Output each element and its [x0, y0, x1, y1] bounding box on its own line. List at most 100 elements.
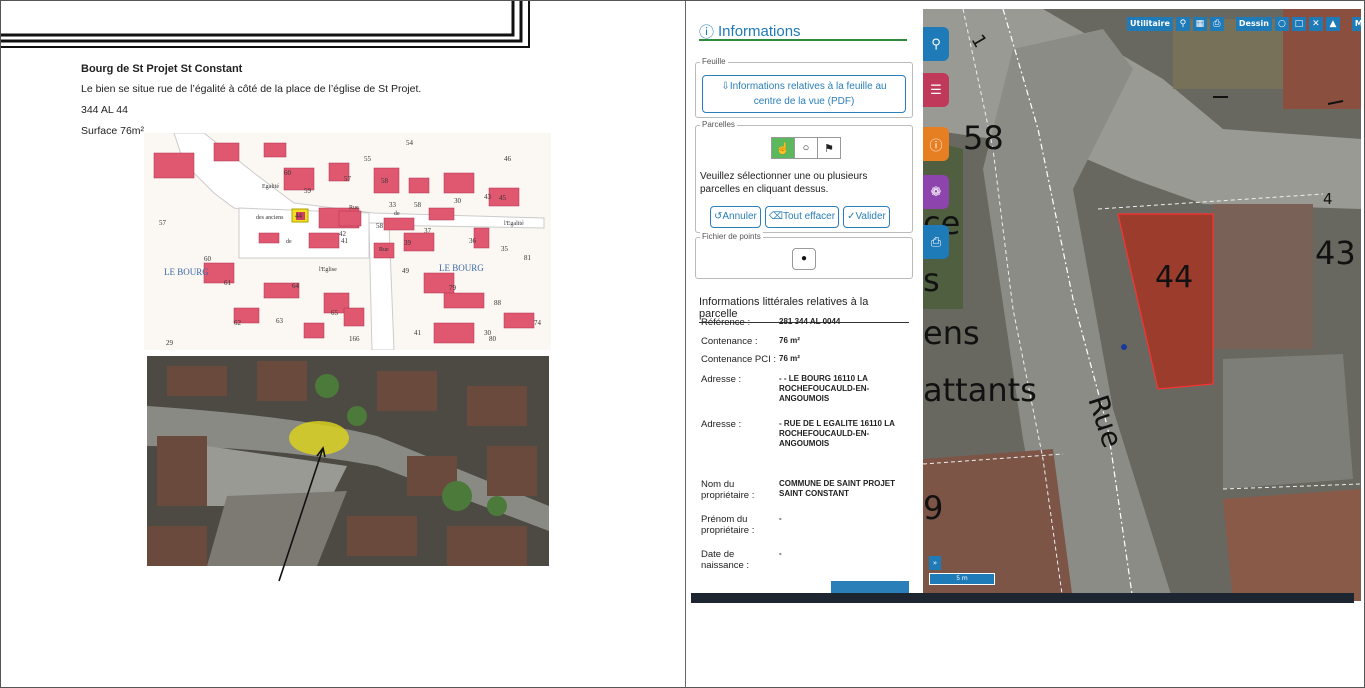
- parcel-label-58: 58: [963, 119, 1004, 157]
- layers-tab[interactable]: ☰: [923, 73, 949, 107]
- parcel-label-4: 4: [1323, 190, 1333, 208]
- map-label: l'Eglise: [319, 267, 337, 273]
- row-key: Référence :: [701, 317, 751, 328]
- doc-line-1: Le bien se situe rue de l’égalité à côté…: [81, 83, 422, 95]
- row-key: Nom du propriétaire :: [701, 479, 755, 501]
- title-underline: [699, 39, 907, 41]
- row-key: Contenance PCI :: [701, 354, 776, 365]
- circle-draw-icon[interactable]: ○: [1274, 17, 1289, 31]
- flag-select-icon[interactable]: ⚑: [818, 138, 840, 158]
- header-banner: [1, 1, 530, 48]
- parcel-number: 74: [534, 319, 542, 327]
- taskbar: [691, 593, 1354, 603]
- mesure-button[interactable]: Mesure: [1351, 17, 1361, 31]
- cadastre-app: 58 44 43 4 ce s ens attants 9 1 Rue ⚲ ☰ …: [691, 9, 1361, 601]
- printer-icon[interactable]: ⎙: [1209, 17, 1224, 31]
- parcel-number: 44: [295, 212, 303, 220]
- page: Bourg de St Projet St Constant Le bien s…: [0, 0, 1365, 688]
- building-icon[interactable]: ▦: [1192, 17, 1207, 31]
- map-label: de: [394, 211, 400, 217]
- parcel-number: 37: [424, 227, 432, 235]
- map-label: l'Egalité: [504, 221, 524, 227]
- print-icon: ⎙: [930, 234, 942, 250]
- search-tab[interactable]: ⚲: [923, 27, 949, 61]
- parcel-number: 58: [381, 177, 389, 185]
- row-value: - - LE BOURG 16110 LA ROCHEFOUCAULD-EN-A…: [779, 374, 870, 403]
- info-row: Prénom du propriétaire : -: [701, 514, 916, 536]
- scissors-icon[interactable]: ✕: [1308, 17, 1323, 31]
- annuler-button[interactable]: ↺Annuler: [710, 206, 761, 228]
- aerial-map[interactable]: 58 44 43 4 ce s ens attants 9 1 Rue: [923, 9, 1361, 601]
- parcel-number: 62: [234, 319, 242, 327]
- doc-line-2: 344 AL 44: [81, 104, 128, 116]
- map-toolbar: Utilitaire ⚲ ▦ ⎙ Dessin ○ □ ✕ ▲ Mesure: [1127, 17, 1361, 31]
- doc-title: Bourg de St Projet St Constant: [81, 63, 243, 75]
- parcel-number: 81: [524, 254, 532, 262]
- palette-tab[interactable]: ❁: [923, 175, 949, 209]
- row-value: 281 344 AL 0044: [779, 317, 841, 326]
- feuille-pdf-label: Informations relatives à la feuille au c…: [729, 81, 887, 107]
- row-value: -: [779, 549, 782, 558]
- utilitaire-button[interactable]: Utilitaire: [1127, 17, 1173, 31]
- panel-title-text: Informations: [718, 23, 801, 40]
- parcel-label-43: 43: [1315, 234, 1356, 272]
- parcel-number: 36: [469, 237, 477, 245]
- info-row: Nom du propriétaire : COMMUNE DE SAINT PR…: [701, 479, 916, 501]
- parcel-number: 166: [349, 335, 360, 343]
- dessin-button[interactable]: Dessin: [1235, 17, 1272, 31]
- annuler-label: Annuler: [722, 211, 757, 222]
- parcel-number: 59: [304, 187, 312, 195]
- cadastre-map: 54 55 46 60 57 58 59 45 33 58 30 43 57 4…: [144, 133, 551, 350]
- aerial-photo: [147, 356, 549, 566]
- column-divider: [685, 1, 686, 688]
- row-value: COMMUNE DE SAINT PROJET SAINT CONSTANT: [779, 479, 896, 498]
- parcel-label-44: 44: [1155, 260, 1193, 295]
- info-row: Date de naissance : -: [701, 549, 916, 571]
- print-tab[interactable]: ⎙: [923, 225, 949, 259]
- row-value: 76 m²: [779, 336, 800, 345]
- map-pin-button[interactable]: ●: [792, 248, 816, 270]
- zoom-icon[interactable]: ⚲: [1175, 17, 1190, 31]
- expand-button[interactable]: »: [929, 556, 941, 570]
- fichier-legend: Fichier de points: [700, 232, 763, 241]
- parcel-number: 63: [276, 317, 284, 325]
- map-label: LE BOURG: [439, 263, 484, 273]
- fichier-fieldset: Fichier de points ●: [695, 232, 913, 279]
- parcel-number: 57: [344, 175, 352, 183]
- map-label: LE BOURG: [164, 267, 209, 277]
- row-key: Date de naissance :: [701, 549, 750, 571]
- info-row: Contenance : 76 m²: [701, 336, 916, 347]
- map-text-fragment: attants: [923, 371, 1037, 409]
- info-tab[interactable]: ⓘ: [923, 127, 949, 161]
- circle-select-icon[interactable]: ○: [795, 138, 818, 158]
- map-label: Rue: [379, 247, 389, 253]
- valider-button[interactable]: ✓Valider: [843, 206, 890, 228]
- parcel-number: 64: [292, 282, 300, 290]
- feuille-fieldset: Feuille ⇩Informations relatives à la feu…: [695, 57, 913, 118]
- parcel-number: 39: [404, 239, 412, 247]
- parcel-number: 58: [376, 222, 384, 230]
- parcel-number: 30: [454, 197, 462, 205]
- parcel-number: 61: [224, 279, 232, 287]
- row-value: 76 m²: [779, 354, 800, 363]
- download-icon: ⇩: [721, 81, 730, 92]
- map-label: Rue: [349, 205, 359, 211]
- parcel-number: 60: [284, 169, 292, 177]
- row-key: Adresse :: [701, 419, 742, 430]
- tout-effacer-button[interactable]: ⌫Tout effacer: [764, 206, 840, 228]
- hand-pointer-icon[interactable]: ☝: [772, 138, 795, 158]
- info-icon: ⓘ: [929, 138, 943, 154]
- parcel-number: 55: [364, 155, 372, 163]
- map-text-fragment: s: [923, 261, 940, 299]
- square-draw-icon[interactable]: □: [1291, 17, 1306, 31]
- map-label: des anciens: [256, 215, 284, 221]
- feuille-pdf-button[interactable]: ⇩Informations relatives à la feuille au …: [702, 75, 906, 113]
- action-buttons: ↺Annuler ⌫Tout effacer ✓Valider: [710, 206, 890, 228]
- map-text-fragment: ens: [923, 314, 980, 352]
- info-row: Référence : 281 344 AL 0044: [701, 317, 916, 328]
- parcel-number: 29: [166, 339, 174, 347]
- scale-bar: 5 m: [929, 573, 995, 585]
- parcel-number: 57: [159, 219, 167, 227]
- eraser-icon[interactable]: ▲: [1325, 17, 1340, 31]
- parcel-number: 41: [414, 329, 422, 337]
